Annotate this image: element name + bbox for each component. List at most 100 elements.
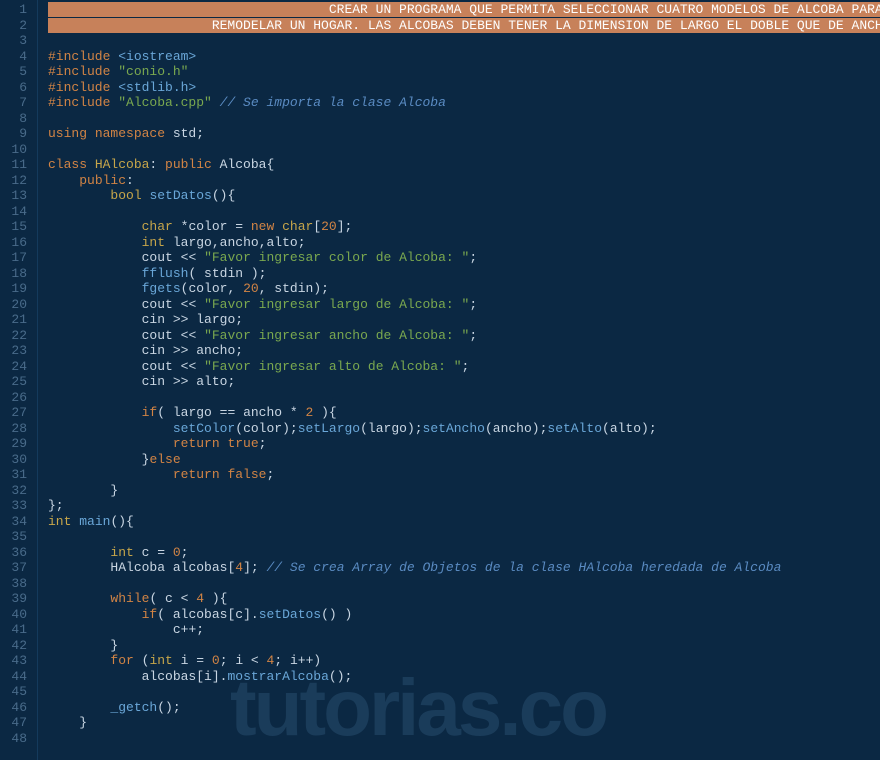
line-number: 46 [0,700,27,716]
token-keyword: namespace [95,126,173,141]
code-line[interactable] [48,142,880,158]
code-line[interactable]: int main(){ [48,514,880,530]
token-plain [48,467,173,482]
token-punc: , [259,235,267,250]
code-line[interactable]: } [48,715,880,731]
code-line[interactable] [48,390,880,406]
code-line[interactable]: } [48,638,880,654]
code-line[interactable]: #include <iostream> [48,49,880,65]
token-ident: cin [142,312,165,327]
token-punc: : [126,173,134,188]
code-line[interactable] [48,684,880,700]
line-number: 16 [0,235,27,251]
code-line[interactable]: cin >> largo; [48,312,880,328]
code-line[interactable]: char *color = new char[20]; [48,219,880,235]
code-line[interactable]: #include "conio.h" [48,64,880,80]
token-punc: [ [313,219,321,234]
line-number: 1 [0,2,27,18]
line-number: 4 [0,49,27,65]
line-number: 6 [0,80,27,96]
code-line[interactable]: c++; [48,622,880,638]
token-punc: : [149,157,165,172]
token-num: 20 [321,219,337,234]
token-keyword: new [251,219,282,234]
code-line[interactable]: if( largo == ancho * 2 ){ [48,405,880,421]
code-line[interactable]: return true; [48,436,880,452]
token-punc: ; [298,235,306,250]
token-func: setAncho [423,421,485,436]
code-line[interactable] [48,576,880,592]
token-num: 0 [212,653,220,668]
code-line[interactable]: if( alcobas[c].setDatos() ) [48,607,880,623]
token-ident: c [173,622,181,637]
code-line[interactable]: alcobas[i].mostrarAlcoba(); [48,669,880,685]
code-line[interactable]: cin >> ancho; [48,343,880,359]
code-line[interactable] [48,33,880,49]
line-number: 31 [0,467,27,483]
token-punc: ); [532,421,548,436]
code-line[interactable]: cout << "Favor ingresar ancho de Alcoba:… [48,328,880,344]
token-plain [48,715,79,730]
code-line[interactable]: cout << "Favor ingresar largo de Alcoba:… [48,297,880,313]
code-line[interactable]: fgets(color, 20, stdin); [48,281,880,297]
code-line[interactable]: #include <stdlib.h> [48,80,880,96]
code-line[interactable]: HAlcoba alcobas[4]; // Se crea Array de … [48,560,880,576]
line-number: 20 [0,297,27,313]
line-number: 38 [0,576,27,592]
code-line[interactable]: using namespace std; [48,126,880,142]
code-line[interactable]: CREAR UN PROGRAMA QUE PERMITA SELECCIONA… [48,2,880,18]
code-line[interactable]: for (int i = 0; i < 4; i++) [48,653,880,669]
code-line[interactable]: int c = 0; [48,545,880,561]
code-line[interactable]: class HAlcoba: public Alcoba{ [48,157,880,173]
line-number: 29 [0,436,27,452]
code-line[interactable] [48,111,880,127]
code-line[interactable]: #include "Alcoba.cpp" // Se importa la c… [48,95,880,111]
code-line[interactable]: _getch(); [48,700,880,716]
token-punc: ; [196,622,204,637]
line-number: 15 [0,219,27,235]
token-punc: ; [227,374,235,389]
code-line[interactable] [48,731,880,747]
token-type: bool [110,188,149,203]
token-plain [48,343,142,358]
token-keyword: if [142,607,158,622]
code-line[interactable]: }; [48,498,880,514]
token-func: _getch [110,700,157,715]
token-punc: ]. [212,669,228,684]
token-ident: cout [142,250,173,265]
code-line[interactable]: while( c < 4 ){ [48,591,880,607]
line-number: 22 [0,328,27,344]
code-area[interactable]: CREAR UN PROGRAMA QUE PERMITA SELECCIONA… [38,0,880,760]
token-punc: ]; [243,560,266,575]
code-line[interactable]: bool setDatos(){ [48,188,880,204]
code-line[interactable]: cout << "Favor ingresar color de Alcoba:… [48,250,880,266]
code-line[interactable]: } [48,483,880,499]
line-number: 7 [0,95,27,111]
token-ident: std [173,126,196,141]
token-func: mostrarAlcoba [227,669,328,684]
code-line[interactable]: cout << "Favor ingresar alto de Alcoba: … [48,359,880,375]
line-number: 19 [0,281,27,297]
code-line[interactable]: REMODELAR UN HOGAR. LAS ALCOBAS DEBEN TE… [48,18,880,34]
code-line[interactable]: int largo,ancho,alto; [48,235,880,251]
token-punc: , [259,281,275,296]
token-plain [48,560,110,575]
line-number: 5 [0,64,27,80]
code-line[interactable]: }else [48,452,880,468]
code-line[interactable] [48,204,880,220]
token-plain [48,312,142,327]
token-punc: ; [235,343,243,358]
code-line[interactable]: fflush( stdin ); [48,266,880,282]
code-line[interactable]: setColor(color);setLargo(largo);setAncho… [48,421,880,437]
token-ident: stdin [274,281,313,296]
code-line[interactable]: return false; [48,467,880,483]
code-line[interactable]: public: [48,173,880,189]
token-punc: (); [157,700,180,715]
line-number: 14 [0,204,27,220]
token-keyword: for [110,653,141,668]
code-line[interactable]: cin >> alto; [48,374,880,390]
token-keyword: return [173,436,228,451]
token-op: << [173,359,204,374]
code-line[interactable] [48,529,880,545]
line-number-gutter: 1234567891011121314151617181920212223242… [0,0,38,760]
